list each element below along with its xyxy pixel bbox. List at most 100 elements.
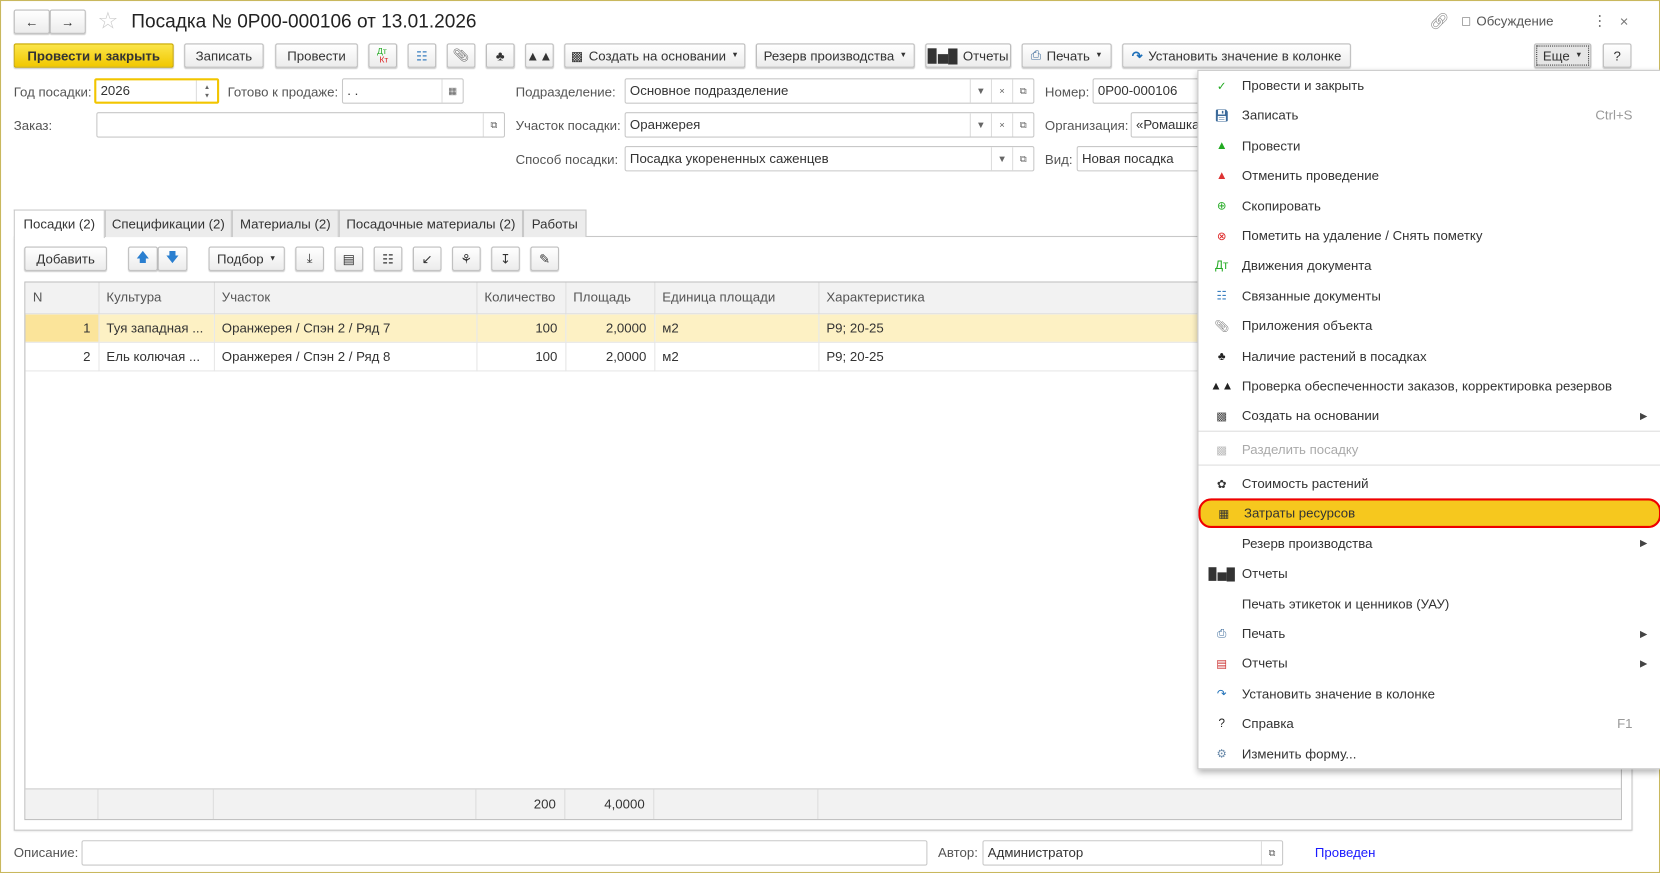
menu-item[interactable]: ▤ Отчеты ▶	[1198, 649, 1660, 679]
year-input[interactable]: 2026 ▲ ▼	[94, 78, 220, 104]
author-input[interactable]: Администратор ⧉	[982, 840, 1284, 866]
open-icon[interactable]: ⧉	[1012, 113, 1033, 137]
col-n[interactable]: N	[25, 282, 99, 314]
dropdown-icon[interactable]: ▼	[969, 113, 991, 137]
reserve-button[interactable]: Резерв производства ▼	[755, 43, 915, 68]
post-and-close-button[interactable]: Провести и закрыть	[13, 43, 174, 68]
clear-icon[interactable]: ×	[990, 113, 1012, 137]
menu-item[interactable]: ✓ Провести и закрыть	[1198, 71, 1660, 101]
menu-item[interactable]: 💾︎ Записать Ctrl+S	[1198, 101, 1660, 131]
related-docs-button[interactable]: ☷	[407, 43, 437, 68]
print-button[interactable]: ⎙ Печать ▼	[1021, 43, 1112, 68]
reports-button[interactable]: ▉▅█ Отчеты	[925, 43, 1012, 68]
menu-item[interactable]: ⊗ Пометить на удаление / Снять пометку	[1198, 221, 1660, 251]
menu-item[interactable]: ♣ Наличие растений в посадках	[1198, 341, 1660, 371]
menu-item[interactable]: ⎙ Печать ▶	[1198, 619, 1660, 649]
favorite-star-icon[interactable]: ☆	[97, 7, 118, 35]
col-culture[interactable]: Культура	[98, 282, 215, 314]
tab-works[interactable]: Работы	[522, 209, 587, 238]
open-icon[interactable]: ⧉	[1260, 841, 1282, 865]
org-value: «Ромашка	[1135, 117, 1200, 133]
add-button[interactable]: Добавить	[24, 246, 107, 271]
plants-button[interactable]: ♣	[485, 43, 515, 68]
menu-item-label: Пометить на удаление / Снять пометку	[1241, 228, 1483, 244]
menu-item[interactable]: ▲ Отменить проведение	[1198, 161, 1660, 191]
spin-icon[interactable]: ▲ ▼	[195, 80, 217, 102]
menu-item[interactable]: ▉▅█ Отчеты	[1198, 559, 1660, 589]
kebab-menu-icon[interactable]: ⋮	[1592, 12, 1607, 30]
move-down-button[interactable]: 🡇	[157, 246, 188, 271]
menu-item[interactable]: ? Справка F1	[1198, 709, 1660, 739]
delete-mark-icon: ⊗	[1216, 230, 1227, 243]
trees-button[interactable]: ▲▲	[525, 43, 554, 68]
calendar-icon[interactable]: ▦	[441, 79, 462, 103]
cell-area: 2,0000	[565, 313, 655, 343]
open-icon[interactable]: ⧉	[1012, 79, 1033, 103]
create-based-button[interactable]: ▩ Создать на основании ▼	[564, 43, 746, 68]
flower-icon: ✿	[1216, 477, 1227, 491]
set-value-label: Установить значение в колонке	[1148, 48, 1342, 63]
order-input[interactable]: ⧉	[96, 112, 505, 138]
menu-item[interactable]: ↷ Установить значение в колонке	[1198, 679, 1660, 709]
menu-item[interactable]: 📎︎ Приложения объекта	[1198, 311, 1660, 341]
close-icon[interactable]: ×	[1620, 13, 1629, 30]
forward-button[interactable]: →	[49, 9, 86, 34]
link-icon[interactable]: 🔗︎	[1429, 12, 1449, 31]
tab-materials[interactable]: Материалы (2)	[231, 209, 339, 238]
open-icon[interactable]: ⧉	[482, 113, 504, 137]
method-input[interactable]: Посадка укорененных саженцев ▼ ⧉	[624, 146, 1035, 172]
post-button[interactable]: Провести	[275, 43, 358, 68]
paperclip-icon: 📎︎	[1214, 320, 1230, 334]
pick-button[interactable]: Подбор ▼	[208, 246, 285, 271]
menu-item[interactable]: ⚙ Изменить форму...	[1198, 739, 1660, 769]
menu-item[interactable]: ▲ Провести	[1198, 131, 1660, 161]
description-input[interactable]	[81, 840, 928, 866]
menu-item[interactable]: Дт Движения документа	[1198, 251, 1660, 281]
ready-date-input[interactable]: . . ▦	[341, 78, 464, 104]
post-close-icon: ✓	[1216, 79, 1227, 93]
more-button[interactable]: Еще ▼	[1534, 43, 1592, 68]
edit-button[interactable]: ✎	[530, 246, 559, 271]
status-link[interactable]: Проведен	[1315, 846, 1376, 861]
tab-specifications[interactable]: Спецификации (2)	[104, 209, 232, 238]
help-button[interactable]: ?	[1602, 43, 1632, 68]
collapse-button[interactable]: ↙	[412, 246, 442, 271]
dt-kt-button[interactable]: Дт Кт	[368, 43, 398, 68]
back-button[interactable]: ←	[13, 9, 50, 34]
set-value-button[interactable]: ↷ Установить значение в колонке	[1122, 43, 1351, 68]
load-button[interactable]: ↧	[491, 246, 520, 271]
menu-item[interactable]: ▩ Создать на основании ▶	[1198, 401, 1660, 431]
number-value: 0Р00-000106	[1097, 83, 1178, 99]
plant-tool-button[interactable]: ⚘	[452, 246, 481, 271]
col-plot[interactable]: Участок	[213, 282, 477, 314]
download-button[interactable]: ⤓	[295, 246, 324, 271]
barcode-search-button[interactable]: ☷	[373, 246, 403, 271]
save-button[interactable]: Записать	[184, 43, 264, 68]
plant-tool-icon: ⚘	[460, 251, 473, 267]
menu-item-label: Движения документа	[1241, 258, 1372, 274]
open-icon[interactable]: ⧉	[1012, 147, 1033, 171]
col-area-unit[interactable]: Единица площади	[654, 282, 819, 314]
menu-item[interactable]: ✿ Стоимость растений	[1198, 469, 1660, 499]
more-label: Еще	[1542, 48, 1570, 63]
menu-item[interactable]: ▦ Затраты ресурсов	[1198, 498, 1660, 529]
attachments-button[interactable]: 📎︎	[446, 43, 476, 68]
tab-planting-materials[interactable]: Посадочные материалы (2)	[338, 209, 523, 238]
dropdown-icon[interactable]: ▼	[969, 79, 991, 103]
menu-item[interactable]: Печать этикеток и ценников (УАУ)	[1198, 589, 1660, 619]
move-up-button[interactable]: 🡅	[128, 246, 158, 271]
col-area[interactable]: Площадь	[565, 282, 655, 314]
col-quantity[interactable]: Количество	[476, 282, 566, 314]
menu-item[interactable]: ⊕ Скопировать	[1198, 191, 1660, 221]
dept-input[interactable]: Основное подразделение ▼ × ⧉	[624, 78, 1035, 104]
tab-plantings[interactable]: Посадки (2)	[13, 209, 105, 239]
menu-item[interactable]: ☷ Связанные документы	[1198, 281, 1660, 311]
menu-item[interactable]: Резерв производства ▶	[1198, 529, 1660, 559]
abacus-button[interactable]: ▤	[334, 246, 364, 271]
clear-icon[interactable]: ×	[990, 79, 1012, 103]
plot-input[interactable]: Оранжерея ▼ × ⧉	[624, 112, 1035, 138]
dropdown-icon[interactable]: ▼	[990, 147, 1012, 171]
discussion-button[interactable]: □ Обсуждение	[1462, 14, 1553, 29]
menu-item[interactable]: ▲▲ Проверка обеспеченности заказов, корре…	[1198, 371, 1660, 401]
menu-item-label: Создать на основании	[1241, 408, 1380, 424]
